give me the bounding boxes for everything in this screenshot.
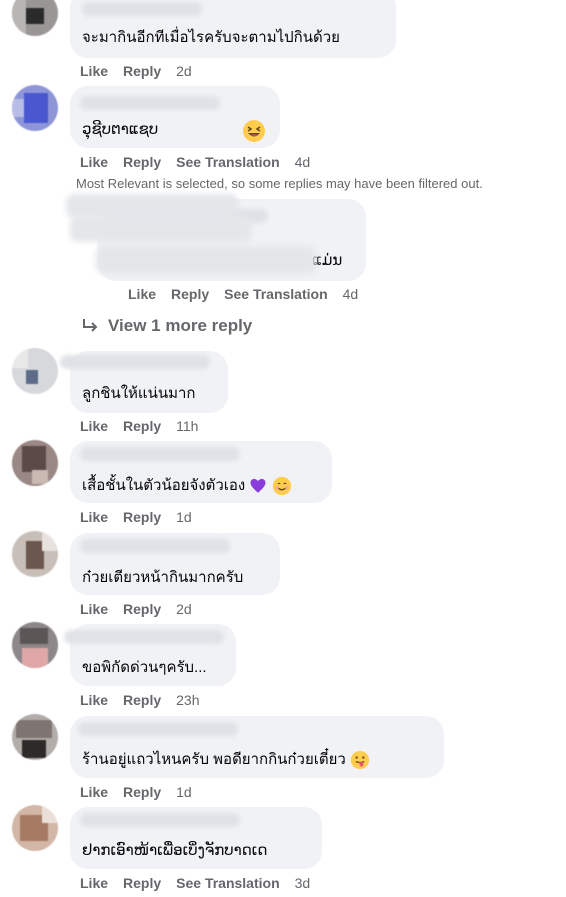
purple-heart-icon <box>250 478 266 493</box>
smiling-emoji-icon <box>272 476 291 496</box>
comment-text: เสื้อชั้นในตัวน้อยจังตัวเอง <box>82 476 292 496</box>
laughing-emoji-icon <box>243 120 265 142</box>
comment-bubble: ຢາກເອົາໜ້າເພື່ອເບິ່ງຈັກບາດເດ <box>70 807 322 869</box>
avatar[interactable] <box>12 440 58 486</box>
comment-text: ลูกชินให้แน่นมาก <box>82 385 196 402</box>
like-button[interactable]: Like <box>80 509 108 525</box>
timestamp[interactable]: 1d <box>176 509 192 525</box>
comment-actions: Like Reply 2d <box>80 63 192 79</box>
commenter-name[interactable] <box>78 722 238 736</box>
timestamp[interactable]: 2d <box>176 601 192 617</box>
filter-notice: Most Relevant is selected, so some repli… <box>76 176 483 191</box>
tongue-out-emoji-icon <box>350 750 370 770</box>
comment-text: ວຸຊີບຕາແຊບ <box>82 121 159 138</box>
reply-button[interactable]: Reply <box>171 286 209 302</box>
commenter-name[interactable] <box>60 355 210 369</box>
reply-button[interactable]: Reply <box>123 601 161 617</box>
like-button[interactable]: Like <box>128 286 156 302</box>
comment-actions: Like Reply 1d <box>80 784 192 800</box>
view-more-label: View 1 more reply <box>108 316 253 335</box>
comment-bubble: ลูกชินให้แน่นมาก <box>60 351 228 413</box>
comment-text-body: เสื้อชั้นในตัวน้อยจังตัวเอง <box>82 477 246 494</box>
reply-arrow-icon <box>83 319 98 332</box>
like-button[interactable]: Like <box>80 784 108 800</box>
comment-bubble: ວຸຊີບຕາແຊບ <box>70 86 280 148</box>
comment-bubble: ขอพิกัดด่วนๆครับ... <box>64 624 236 686</box>
avatar[interactable] <box>12 622 58 668</box>
avatar[interactable] <box>12 0 58 36</box>
commenter-name[interactable] <box>80 813 240 827</box>
like-button[interactable]: Like <box>80 601 108 617</box>
like-button[interactable]: Like <box>80 418 108 434</box>
comment-text: ຢາກເອົາໜ້າເພື່ອເບິ່ງຈັກບາດເດ <box>82 842 268 859</box>
commenter-name[interactable] <box>80 539 230 553</box>
comment-text: ขอพิกัดด่วนๆครับ... <box>82 659 207 676</box>
comment-text-body: ร้านอยู่แถวไหนครับ พอดียากกินก๋วยเตี๋ยว <box>82 751 346 768</box>
timestamp[interactable]: 1d <box>176 784 192 800</box>
see-translation-button[interactable]: See Translation <box>176 154 279 170</box>
timestamp[interactable]: 4d <box>295 154 311 170</box>
like-button[interactable]: Like <box>80 875 108 891</box>
timestamp[interactable]: 4d <box>343 286 359 302</box>
see-translation-button[interactable]: See Translation <box>224 286 327 302</box>
comment-actions: Like Reply See Translation 4d <box>80 154 310 170</box>
blurred-quote <box>96 246 316 274</box>
reply-button[interactable]: Reply <box>123 509 161 525</box>
comment-actions: Like Reply 2d <box>80 601 192 617</box>
reply-button[interactable]: Reply <box>123 784 161 800</box>
comment-bubble: ร้านอยู่แถวไหนครับ พอดียากกินก๋วยเตี๋ยว <box>70 716 444 778</box>
commenter-name[interactable] <box>82 2 202 16</box>
blurred-quote <box>66 194 238 218</box>
like-button[interactable]: Like <box>80 154 108 170</box>
blurred-quote <box>70 216 252 242</box>
comment-bubble: ก๋วยเตียวหน้ากินมากครับ <box>70 533 280 595</box>
comment-actions: Like Reply 11h <box>80 418 198 434</box>
avatar[interactable] <box>12 348 58 394</box>
reply-button[interactable]: Reply <box>123 63 161 79</box>
like-button[interactable]: Like <box>80 63 108 79</box>
avatar[interactable] <box>12 85 58 131</box>
comment-actions: Like Reply 1d <box>80 509 192 525</box>
reply-button[interactable]: Reply <box>123 154 161 170</box>
comment-actions: Like Reply 23h <box>80 692 200 708</box>
avatar[interactable] <box>12 714 58 760</box>
view-more-replies-button[interactable]: View 1 more reply <box>82 316 252 336</box>
comment-actions: Like Reply See Translation 3d <box>80 875 310 891</box>
comment-text: ແມ່ນ <box>312 252 343 269</box>
commenter-name[interactable] <box>80 96 220 110</box>
timestamp[interactable]: 3d <box>295 875 311 891</box>
comment-bubble: เสื้อชั้นในตัวน้อยจังตัวเอง <box>70 441 332 503</box>
commenter-name[interactable] <box>80 447 240 461</box>
comment-actions: Like Reply See Translation 4d <box>128 286 358 302</box>
reply-button[interactable]: Reply <box>123 692 161 708</box>
see-translation-button[interactable]: See Translation <box>176 875 279 891</box>
comment-text: ก๋วยเตียวหน้ากินมากครับ <box>82 569 244 586</box>
avatar[interactable] <box>12 805 58 851</box>
comment-bubble: จะมากินอีกทีเมื่อไรครับจะตามไปกินด้วย <box>70 0 396 58</box>
timestamp[interactable]: 2d <box>176 63 192 79</box>
like-button[interactable]: Like <box>80 692 108 708</box>
timestamp[interactable]: 11h <box>176 418 198 434</box>
avatar[interactable] <box>12 531 58 577</box>
reply-button[interactable]: Reply <box>123 418 161 434</box>
comment-text: จะมากินอีกทีเมื่อไรครับจะตามไปกินด้วย <box>82 29 340 46</box>
timestamp[interactable]: 23h <box>176 692 199 708</box>
comment-text: ร้านอยู่แถวไหนครับ พอดียากกินก๋วยเตี๋ยว <box>82 750 370 770</box>
commenter-name[interactable] <box>64 630 224 644</box>
reply-button[interactable]: Reply <box>123 875 161 891</box>
